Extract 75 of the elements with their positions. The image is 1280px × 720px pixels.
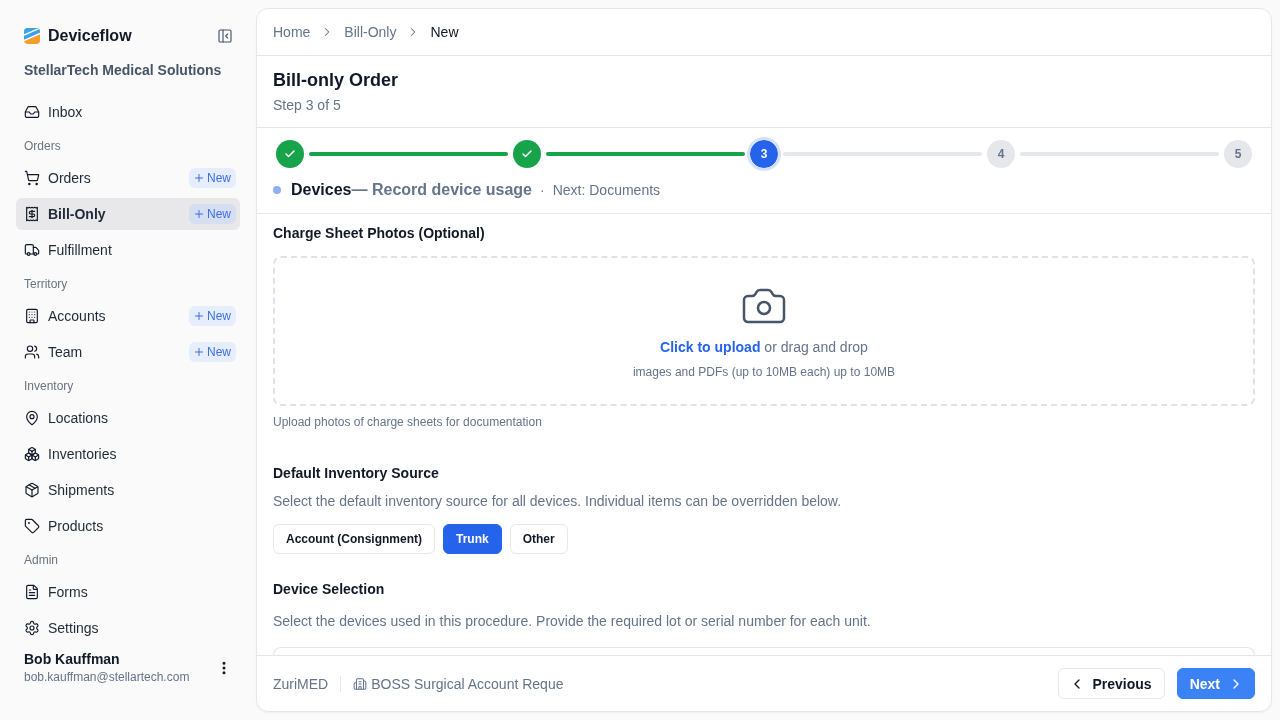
- previous-button[interactable]: Previous: [1057, 668, 1165, 699]
- field-label: Default Inventory Source: [273, 464, 440, 483]
- source-option-button[interactable]: Trunk: [443, 524, 502, 554]
- field-label: Charge Sheet Photos (Optional): [273, 224, 486, 243]
- nav-item[interactable]: Team New: [16, 336, 240, 368]
- breadcrumb-item[interactable]: New: [430, 22, 459, 42]
- inbox-icon: [24, 104, 40, 120]
- breadcrumb-item[interactable]: Bill-Only: [344, 22, 397, 42]
- users-icon: [24, 344, 40, 360]
- source-option-button[interactable]: Other: [509, 524, 568, 554]
- source-option-button[interactable]: Account (Consignment): [273, 524, 435, 554]
- nav-item[interactable]: Fulfillment: [16, 234, 240, 266]
- upload-dropzone[interactable]: Click to upload or drag and drop images and PDFs (up to 10MB each) up to 10MB: [273, 256, 1255, 406]
- procedure-name: BOSS Surgical Account Reque: [371, 674, 564, 694]
- new-button[interactable]: New: [189, 306, 236, 326]
- page-title: Bill-only Order: [273, 69, 399, 92]
- step-title: Devices: [291, 180, 352, 200]
- map-pin-icon: [24, 410, 40, 426]
- nav-item[interactable]: Shipments: [16, 474, 240, 506]
- new-button[interactable]: New: [189, 204, 236, 224]
- plus-icon: [193, 208, 205, 220]
- user-name: Bob Kauffman: [24, 650, 121, 669]
- nav-item[interactable]: Inbox: [16, 96, 240, 128]
- breadcrumb-item[interactable]: Home: [273, 22, 311, 42]
- account-name: ZuriMED: [273, 674, 329, 694]
- organization-name: StellarTech Medical Solutions: [23, 61, 223, 80]
- new-button[interactable]: New: [189, 168, 236, 188]
- help-text: Upload photos of charge sheets for documentation: [273, 414, 543, 430]
- step-circle: 5: [1224, 140, 1252, 168]
- step-description: — Record device usage: [351, 180, 532, 200]
- brand-name: Deviceflow: [48, 26, 133, 46]
- receipt-icon: [24, 206, 40, 222]
- tag-icon: [24, 518, 40, 534]
- nav-item[interactable]: Products: [16, 510, 240, 542]
- nav-section-label: Inventory: [23, 378, 75, 395]
- new-button[interactable]: New: [189, 342, 236, 362]
- next-button[interactable]: Next: [1176, 668, 1255, 699]
- user-email: bob.kauffman@stellartech.com: [24, 669, 190, 685]
- building-icon: [24, 308, 40, 324]
- nav-item[interactable]: Orders New: [16, 162, 240, 194]
- step-circle: 4: [987, 140, 1015, 168]
- status-dot-icon: [273, 186, 281, 194]
- nav-item[interactable]: Locations: [16, 402, 240, 434]
- nav-section-label: Territory: [23, 276, 69, 293]
- nav-item[interactable]: Bill-Only New: [16, 198, 240, 230]
- check-icon: [521, 148, 533, 160]
- cart-icon: [24, 170, 40, 186]
- logo-icon: [24, 28, 40, 44]
- sidebar-toggle-icon[interactable]: [217, 28, 233, 44]
- settings-icon: [24, 620, 40, 636]
- document-icon: [24, 584, 40, 600]
- building-icon: [353, 676, 368, 691]
- upload-instructions: Click to upload or drag and drop: [660, 338, 868, 357]
- nav-item[interactable]: Settings: [16, 612, 240, 644]
- nav-section-label: Orders: [23, 138, 62, 155]
- truck-icon: [24, 242, 40, 258]
- page-subtitle: Step 3 of 5: [273, 96, 342, 115]
- nav-item[interactable]: Accounts New: [16, 300, 240, 332]
- separator-dot: ·: [540, 181, 545, 200]
- step-circle: 3: [747, 137, 781, 171]
- upload-link[interactable]: Click to upload: [660, 339, 761, 355]
- next-step-label: Next: Documents: [552, 181, 661, 200]
- plus-icon: [193, 172, 205, 184]
- field-description: Select the default inventory source for all devices. Individual items can be overridden below.: [273, 492, 843, 511]
- boxes-icon: [24, 446, 40, 462]
- upload-hint: images and PDFs (up to 10MB each) up to 10MB: [632, 364, 896, 380]
- nav-item[interactable]: Inventories: [16, 438, 240, 470]
- nav-item[interactable]: Forms: [16, 576, 240, 608]
- plus-icon: [193, 310, 205, 322]
- nav-section-label: Admin: [23, 552, 59, 569]
- field-label: Device Selection: [273, 580, 386, 599]
- package-icon: [24, 482, 40, 498]
- plus-icon: [193, 346, 205, 358]
- field-description: Select the devices used in this procedure. Provide the required lot or serial number for each unit.: [273, 612, 872, 631]
- check-icon: [284, 148, 296, 160]
